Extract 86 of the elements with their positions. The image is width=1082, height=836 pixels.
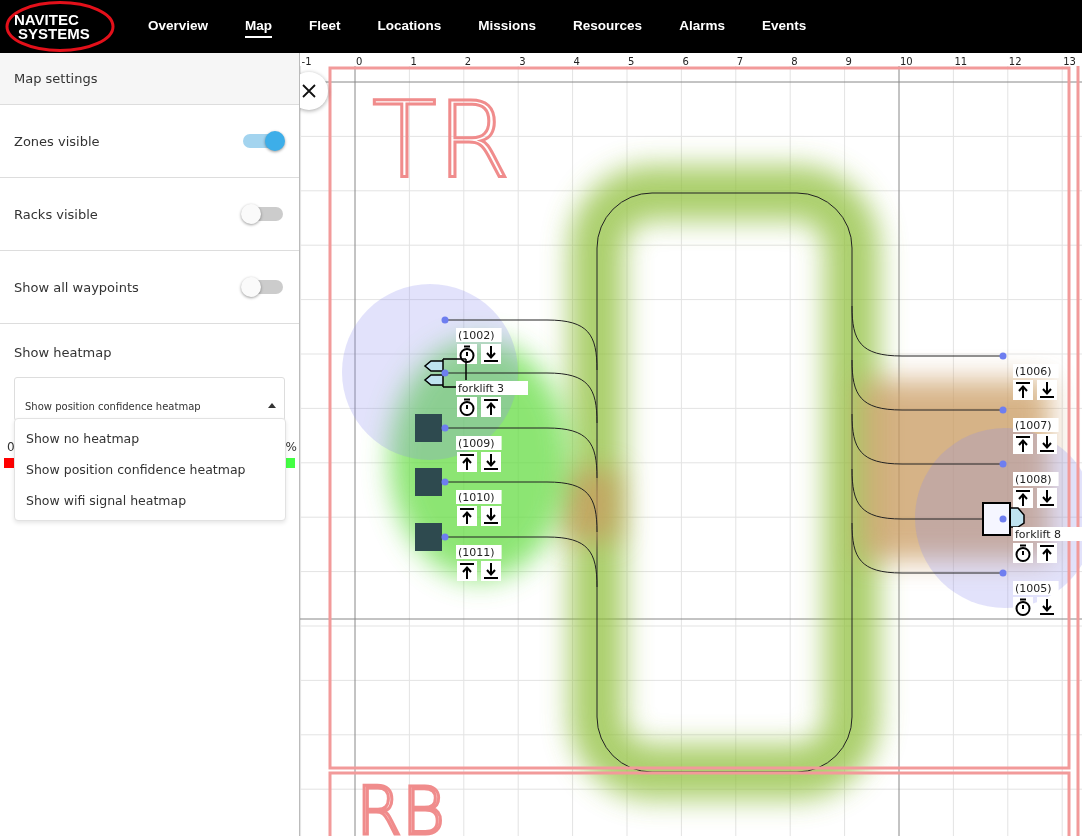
rack-block [415,468,442,496]
arrow-up-icon [457,452,477,472]
waypoint-dot[interactable] [999,406,1007,414]
dropdown-option[interactable]: Show no heatmap [15,423,285,454]
rack-block [415,523,442,551]
waypoint-dot[interactable] [999,515,1007,523]
axis-tick-label: 13 [1063,56,1076,67]
location-label: forklift 3 [456,381,528,395]
timer-icon [457,397,477,417]
logo-text: NAVITEC [14,12,80,27]
axis-tick-label: 9 [845,56,852,67]
waypoint-dot[interactable] [441,424,449,432]
arrow-up-icon [1013,380,1033,400]
axis-tick-label: 4 [573,56,580,67]
rack-block [415,414,442,442]
waypoint-dot[interactable] [999,569,1007,577]
axis-tick-label: 3 [519,56,526,67]
toggle-switch[interactable] [243,207,283,221]
arrow-up-icon [1013,434,1033,454]
legend-swatch [4,458,14,468]
nav-tab[interactable]: Resources [573,15,643,38]
timer-icon [1013,597,1033,617]
location-label: forklift 8 [1013,527,1082,541]
axis-tick-label: 1 [410,56,417,67]
arrow-down-icon [481,344,501,364]
axis-tick-label: 0 [356,56,363,67]
nav-tab[interactable]: Map [245,15,273,38]
heatmap-label: Show heatmap [14,345,112,360]
arrow-up-icon [457,506,477,526]
toggle-label: Show all waypoints [14,279,139,295]
arrow-down-icon [1037,488,1057,508]
nav-tab[interactable]: Alarms [679,15,725,38]
zone-label: RB [356,773,446,836]
axis-tick-label: 8 [791,56,798,67]
nav-tab[interactable]: Locations [377,15,442,38]
toggle-label: Racks visible [14,206,98,222]
logo-text: SYSTEMS [18,26,91,41]
waypoint-dot[interactable] [441,316,449,324]
legend-label: 0 [7,440,15,454]
waypoint-dot[interactable] [999,352,1007,360]
zone-label: TR [372,79,511,202]
axis-tick-label: 7 [736,56,744,67]
arrow-down-icon [481,561,501,581]
arrow-up-icon [481,397,501,417]
arrow-down-icon [1037,434,1057,454]
timer-icon [1013,543,1033,563]
dropdown-option[interactable]: Show wifi signal heatmap [15,485,285,516]
caret-icon [268,403,276,408]
arrow-down-icon [1037,380,1057,400]
axis-tick-label: 2 [464,56,472,67]
arrow-down-icon [481,506,501,526]
location-label: (1008) [1013,472,1059,486]
waypoint-dot[interactable] [441,533,449,541]
logo-swoosh-icon [4,0,116,53]
nav-tab[interactable]: Fleet [309,15,341,38]
location-label: (1006) [1013,364,1059,378]
panel-title: Map settings [14,71,98,86]
waypoint-dot[interactable] [441,478,449,486]
waypoint-dot[interactable] [441,369,449,377]
toggle-switch[interactable] [243,280,283,294]
close-button[interactable] [300,72,328,110]
axis-tick-label: 6 [682,56,689,67]
arrow-down-icon [481,452,501,472]
axis-tick-label: -1 [301,56,312,67]
legend-label: % [285,440,297,454]
location-label: (1002) [456,328,502,342]
location-label: (1009) [456,436,502,450]
arrow-up-icon [1013,488,1033,508]
toggle-label: Zones visible [14,133,100,149]
close-icon [302,84,316,98]
dropdown-option[interactable]: Show position confidence heatmap [15,454,285,485]
location-label: (1011) [456,545,502,559]
axis-tick-label: 10 [900,56,913,67]
axis-tick-label: 5 [628,56,635,67]
arrow-up-icon [1037,543,1057,563]
axis-tick-label: 11 [954,56,968,67]
location-label: (1005) [1013,581,1059,595]
waypoint-dot[interactable] [999,460,1007,468]
toggle-switch[interactable] [243,134,283,148]
location-label: (1010) [456,490,502,504]
axis-tick-label: 12 [1008,56,1022,67]
nav-tab[interactable]: Missions [478,15,537,38]
timer-icon [457,344,477,364]
nav-tab[interactable]: Overview [148,15,209,38]
arrow-up-icon [457,561,477,581]
nav-tab[interactable]: Events [761,15,807,38]
